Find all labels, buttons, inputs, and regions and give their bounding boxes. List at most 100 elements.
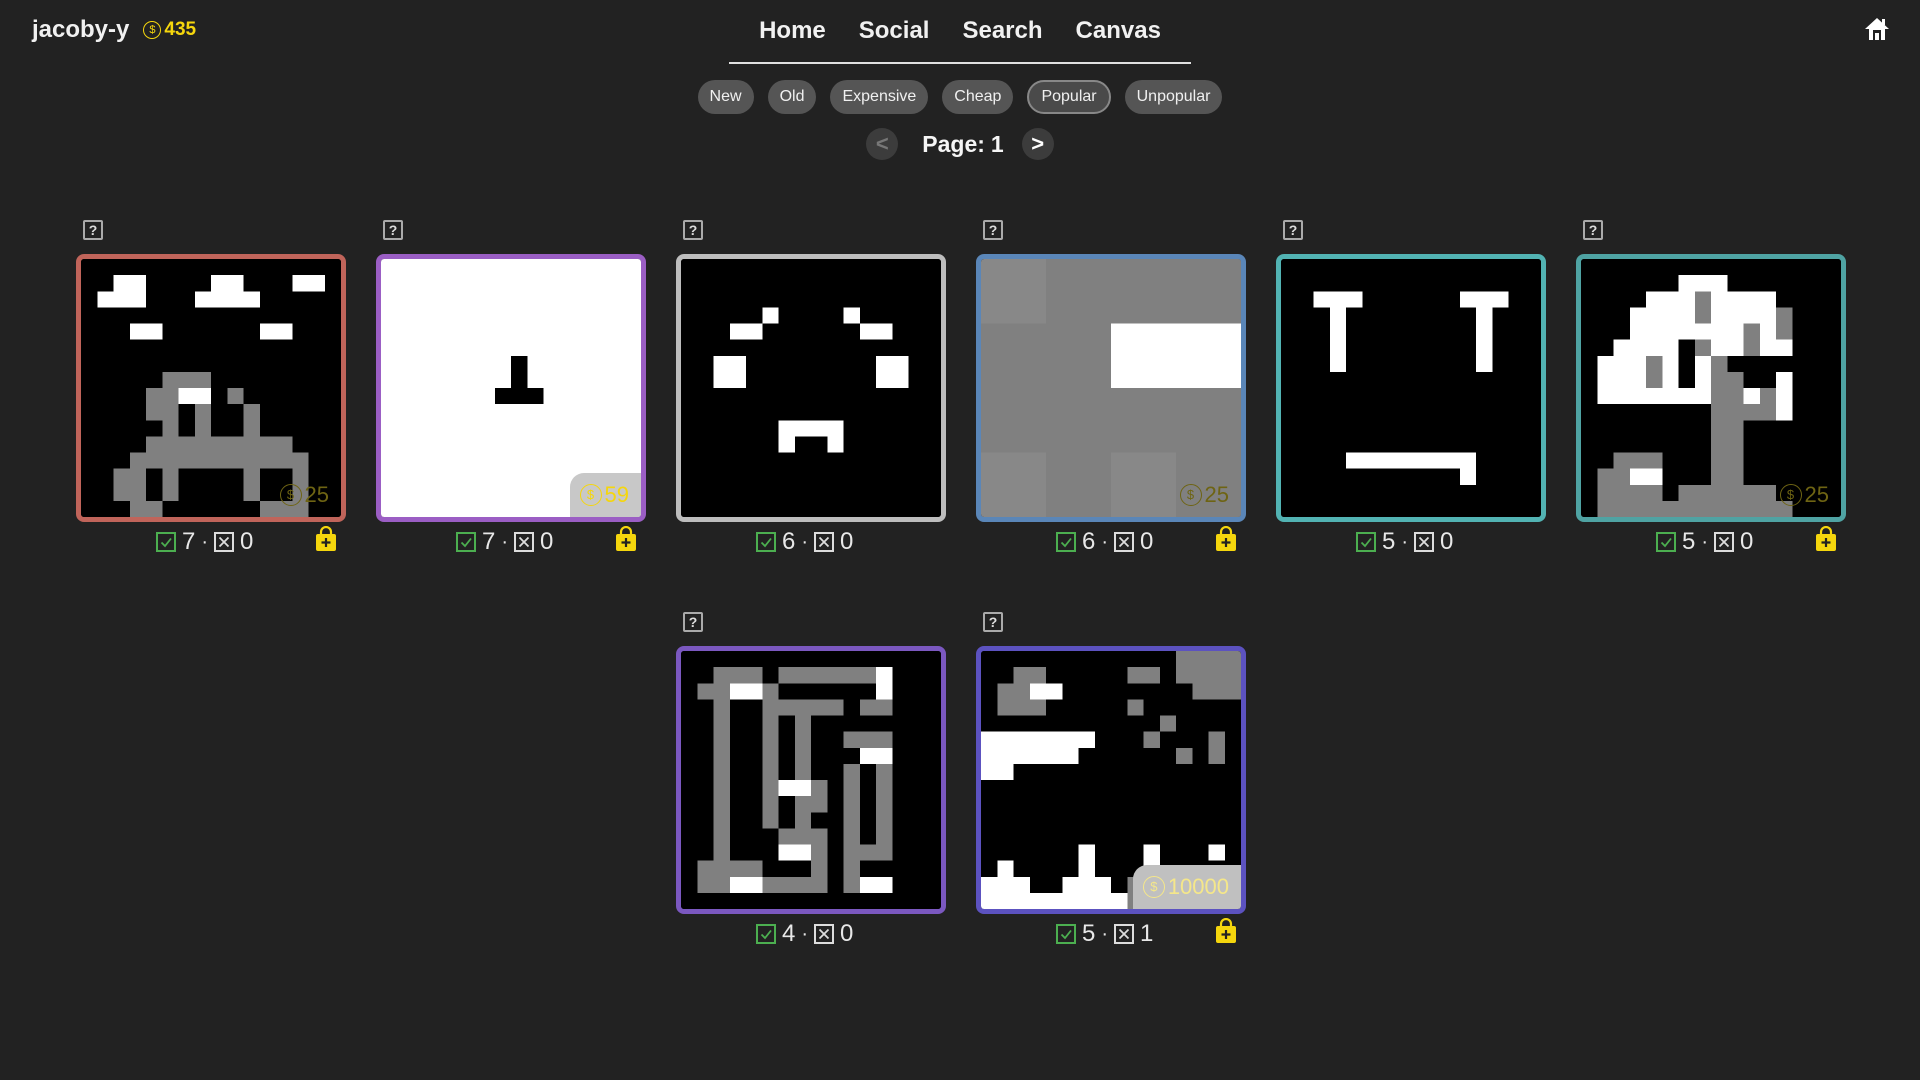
price-tag: $25 <box>270 473 341 517</box>
price-value: 25 <box>1804 482 1829 507</box>
upvote-count: 7 <box>482 528 496 555</box>
upvote-count: 6 <box>1082 528 1096 555</box>
upvote-check-icon[interactable] <box>1356 532 1376 552</box>
vote-bar: 6 · 0 <box>976 525 1246 556</box>
downvote-x-icon[interactable] <box>814 532 835 552</box>
upvote-check-icon[interactable] <box>1656 532 1676 552</box>
help-icon[interactable]: ? <box>983 220 1003 240</box>
vote-separator: · <box>201 530 209 553</box>
downvote-x-icon[interactable] <box>1114 532 1135 552</box>
vote-bar: 5 · 0 <box>1276 526 1546 556</box>
vote-separator: · <box>801 922 809 945</box>
artwork-image[interactable]: $10000 <box>976 646 1246 914</box>
sort-new[interactable]: New <box>697 80 754 114</box>
vote-bar: 7 · 0 <box>76 525 346 556</box>
coin-icon: $ <box>279 484 302 506</box>
price-value: 59 <box>604 482 629 507</box>
coin-icon: $ <box>1179 484 1202 506</box>
nav-search[interactable]: Search <box>962 14 1042 62</box>
artwork-image[interactable]: $25 <box>1576 254 1846 522</box>
upvote-check-icon[interactable] <box>1056 532 1076 552</box>
downvote-x-icon[interactable] <box>1714 532 1735 552</box>
next-page-button[interactable]: > <box>1021 128 1054 160</box>
upvote-count: 5 <box>1382 528 1396 555</box>
price-tag: $25 <box>1170 473 1241 517</box>
price-tag: $10000 <box>1132 865 1241 909</box>
downvote-x-icon[interactable] <box>214 532 235 552</box>
downvote-count: 0 <box>840 528 854 555</box>
price-tag: $59 <box>569 473 641 517</box>
artwork-image[interactable] <box>676 254 946 522</box>
help-icon[interactable]: ? <box>683 612 703 632</box>
coin-amount: 435 <box>164 19 197 40</box>
vote-separator: · <box>1101 922 1109 945</box>
sort-cheap[interactable]: Cheap <box>942 80 1014 114</box>
downvote-x-icon[interactable] <box>1114 924 1135 944</box>
upvote-check-icon[interactable] <box>1056 924 1076 944</box>
upvote-check-icon[interactable] <box>756 532 776 552</box>
help-icon[interactable]: ? <box>983 612 1003 632</box>
sort-options: New Old Expensive Cheap Popular Unpopula… <box>0 80 1920 114</box>
downvote-count: 1 <box>1140 920 1154 947</box>
vote-bar: 7 · 0 <box>376 525 646 556</box>
vote-separator: · <box>801 530 809 553</box>
upvote-check-icon[interactable] <box>156 532 176 552</box>
vote-bar: 5 · 1 <box>976 917 1246 948</box>
shopping-bag-icon[interactable] <box>1214 525 1238 552</box>
artwork-image[interactable] <box>676 646 946 914</box>
downvote-count: 0 <box>840 920 854 947</box>
artwork-image[interactable] <box>1276 254 1546 522</box>
upvote-count: 6 <box>782 528 796 555</box>
pagination: < Page: 1 > <box>0 128 1920 160</box>
price-value: 25 <box>304 482 329 507</box>
shopping-bag-icon[interactable] <box>314 525 338 552</box>
help-icon[interactable]: ? <box>83 220 103 240</box>
downvote-x-icon[interactable] <box>814 924 835 944</box>
downvote-count: 0 <box>540 528 554 555</box>
artwork-image[interactable]: $25 <box>76 254 346 522</box>
sort-old[interactable]: Old <box>767 80 817 114</box>
help-icon[interactable]: ? <box>383 220 403 240</box>
downvote-count: 0 <box>1740 528 1754 555</box>
vote-separator: · <box>1701 530 1709 553</box>
vote-bar: 4 · 0 <box>676 918 946 948</box>
sort-expensive[interactable]: Expensive <box>830 80 929 114</box>
vote-bar: 5 · 0 <box>1576 525 1846 556</box>
upvote-count: 7 <box>182 528 196 555</box>
page-number: 1 <box>990 130 1004 157</box>
shopping-bag-icon[interactable] <box>1814 525 1838 552</box>
coin-balance: $ 435 <box>143 19 196 41</box>
artwork-image[interactable]: $59 <box>376 254 646 522</box>
page-label: Page: <box>922 130 985 157</box>
shopping-bag-icon[interactable] <box>614 525 638 552</box>
sort-unpopular[interactable]: Unpopular <box>1124 80 1223 114</box>
upvote-check-icon[interactable] <box>456 532 476 552</box>
downvote-x-icon[interactable] <box>514 532 535 552</box>
downvote-x-icon[interactable] <box>1414 532 1435 552</box>
upvote-count: 4 <box>782 920 796 947</box>
upvote-check-icon[interactable] <box>756 924 776 944</box>
help-icon[interactable]: ? <box>1583 220 1603 240</box>
artwork-image[interactable]: $25 <box>976 254 1246 522</box>
coin-icon: $ <box>579 484 602 506</box>
prev-page-button[interactable]: < <box>866 128 899 160</box>
vote-separator: · <box>501 530 509 553</box>
main-nav: Home Social Search Canvas <box>729 14 1191 64</box>
price-value: 25 <box>1204 482 1229 507</box>
username[interactable]: jacoby-y <box>32 16 129 44</box>
coin-icon: $ <box>143 21 162 39</box>
sort-popular[interactable]: Popular <box>1027 80 1111 114</box>
nav-canvas[interactable]: Canvas <box>1076 14 1161 62</box>
downvote-count: 0 <box>1440 528 1454 555</box>
help-icon[interactable]: ? <box>1283 220 1303 240</box>
help-icon[interactable]: ? <box>683 220 703 240</box>
user-info: jacoby-y $ 435 <box>32 16 196 44</box>
shopping-bag-icon[interactable] <box>1214 917 1238 944</box>
home-icon[interactable] <box>1862 14 1892 44</box>
upvote-count: 5 <box>1082 920 1096 947</box>
upvote-count: 5 <box>1682 528 1696 555</box>
downvote-count: 0 <box>1140 528 1154 555</box>
coin-icon: $ <box>1142 876 1165 898</box>
nav-home[interactable]: Home <box>759 14 826 62</box>
nav-social[interactable]: Social <box>859 14 930 62</box>
